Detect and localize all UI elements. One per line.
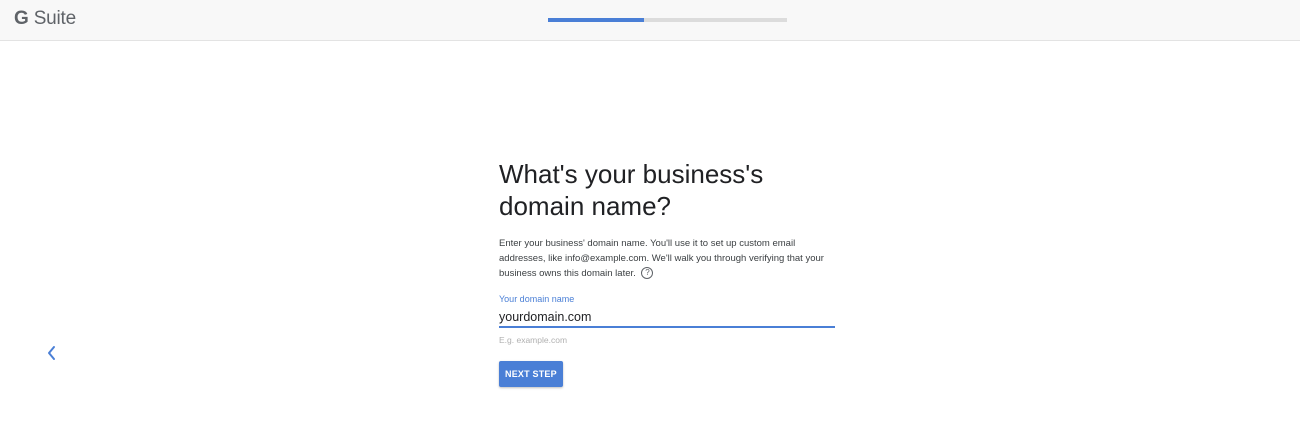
progress-bar-fill	[548, 18, 644, 22]
next-step-button[interactable]: NEXT STEP	[499, 361, 563, 387]
back-button[interactable]	[42, 342, 62, 364]
domain-input[interactable]	[499, 310, 835, 328]
logo-g: G	[14, 8, 29, 29]
domain-field-hint: E.g. example.com	[499, 335, 568, 345]
top-bar: G Suite	[0, 0, 1300, 41]
domain-field-label: Your domain name	[499, 294, 575, 304]
help-icon[interactable]: ?	[641, 267, 654, 280]
page-title: What's your business's domain name?	[499, 159, 764, 221]
description: Enter your business' domain name. You'll…	[499, 236, 834, 281]
progress-bar	[548, 18, 787, 22]
domain-form: What's your business's domain name? Ente…	[499, 158, 839, 387]
logo-suite: Suite	[33, 8, 77, 29]
gsuite-logo: G Suite	[14, 8, 76, 30]
chevron-left-icon	[48, 346, 55, 360]
description-text: Enter your business' domain name. You'll…	[499, 238, 824, 279]
